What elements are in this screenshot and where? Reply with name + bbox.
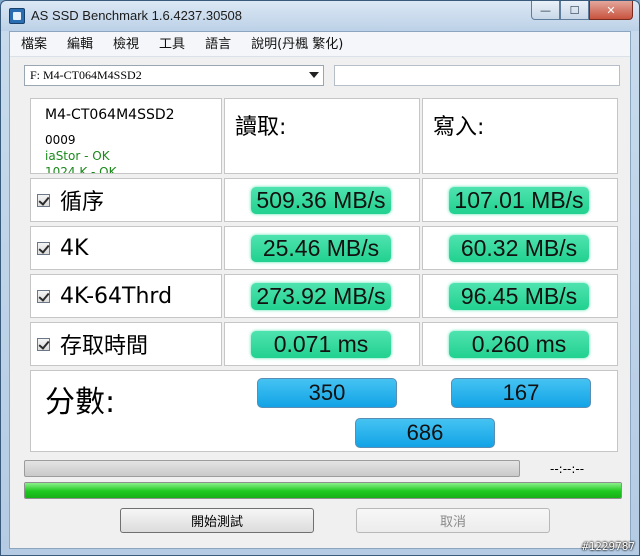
result-write-4k: 60.32 MB/s bbox=[449, 235, 589, 262]
result-write-seq: 107.01 MB/s bbox=[449, 187, 589, 214]
drive-firmware: 0009 bbox=[45, 133, 76, 147]
read-header-cell: 讀取: bbox=[224, 98, 420, 174]
minimize-icon: — bbox=[540, 3, 551, 17]
menu-language[interactable]: 語言 bbox=[194, 32, 240, 57]
app-icon bbox=[9, 8, 25, 24]
read-cell-access: 0.071 ms bbox=[224, 322, 420, 366]
menu-file[interactable]: 檔案 bbox=[10, 32, 56, 57]
checkbox-access[interactable] bbox=[37, 337, 50, 351]
result-read-4k64: 273.92 MB/s bbox=[251, 283, 391, 310]
result-read-access: 0.071 ms bbox=[251, 331, 391, 358]
write-cell-4k64: 96.45 MB/s bbox=[422, 274, 618, 318]
menu-help[interactable]: 說明(丹楓 繁化) bbox=[240, 32, 352, 57]
read-cell-seq: 509.36 MB/s bbox=[224, 178, 420, 222]
write-cell-4k: 60.32 MB/s bbox=[422, 226, 618, 270]
close-icon: ✕ bbox=[606, 3, 616, 17]
drive-info-panel: M4-CT064M4SSD2 0009 iaStor - OK 1024 K -… bbox=[30, 98, 222, 174]
result-read-4k: 25.46 MB/s bbox=[251, 235, 391, 262]
start-button[interactable]: 開始測試 bbox=[120, 508, 314, 533]
cancel-button[interactable]: 取消 bbox=[356, 508, 550, 533]
score-total: 686 bbox=[355, 418, 495, 448]
menu-tools[interactable]: 工具 bbox=[148, 32, 194, 57]
driver-status: iaStor - OK bbox=[45, 149, 110, 163]
overall-progress-fill bbox=[25, 483, 621, 498]
menu-bar: 檔案 編輯 檢視 工具 語言 說明(丹楓 繁化) bbox=[10, 32, 630, 57]
score-write: 167 bbox=[451, 378, 591, 408]
checkbox-seq[interactable] bbox=[37, 193, 50, 207]
chevron-down-icon[interactable] bbox=[309, 72, 319, 78]
title-bar[interactable]: AS SSD Benchmark 1.6.4237.30508 — ☐ ✕ bbox=[1, 1, 639, 31]
window-controls: — ☐ ✕ bbox=[531, 1, 633, 21]
write-cell-seq: 107.01 MB/s bbox=[422, 178, 618, 222]
result-write-access: 0.260 ms bbox=[449, 331, 589, 358]
close-button[interactable]: ✕ bbox=[589, 1, 633, 20]
menu-view[interactable]: 檢視 bbox=[102, 32, 148, 57]
test-row-seq: 循序 bbox=[30, 178, 222, 222]
score-read: 350 bbox=[257, 378, 397, 408]
read-cell-4k64: 273.92 MB/s bbox=[224, 274, 420, 318]
checkbox-4k[interactable] bbox=[37, 241, 50, 255]
drive-select-value: F: M4-CT064M4SSD2 bbox=[30, 68, 142, 82]
client-area: 檔案 編輯 檢視 工具 語言 說明(丹楓 繁化) F: M4-CT064M4SS… bbox=[9, 31, 631, 549]
test-label-access: 存取時間 bbox=[60, 334, 149, 359]
maximize-button[interactable]: ☐ bbox=[560, 1, 589, 20]
test-row-4k: 4K bbox=[30, 226, 222, 270]
elapsed-time: --:--:-- bbox=[550, 462, 585, 476]
write-header-cell: 寫入: bbox=[422, 98, 618, 174]
menu-edit[interactable]: 編輯 bbox=[56, 32, 102, 57]
result-read-seq: 509.36 MB/s bbox=[251, 187, 391, 214]
write-cell-access: 0.260 ms bbox=[422, 322, 618, 366]
results-grid: M4-CT064M4SSD2 0009 iaStor - OK 1024 K -… bbox=[24, 92, 622, 464]
alignment-status: 1024 K - OK bbox=[45, 165, 117, 174]
read-header: 讀取: bbox=[235, 115, 287, 140]
test-progress-bar bbox=[24, 460, 520, 477]
app-window: AS SSD Benchmark 1.6.4237.30508 — ☐ ✕ 檔案… bbox=[0, 0, 640, 556]
score-panel: 分數: 350 167 686 bbox=[30, 370, 618, 452]
maximize-icon: ☐ bbox=[569, 3, 580, 17]
window-title: AS SSD Benchmark 1.6.4237.30508 bbox=[31, 8, 243, 23]
secondary-field[interactable] bbox=[334, 65, 620, 86]
test-row-access: 存取時間 bbox=[30, 322, 222, 366]
checkbox-4k64[interactable] bbox=[37, 289, 50, 303]
test-label-4k64: 4K-64Thrd bbox=[60, 283, 173, 309]
minimize-button[interactable]: — bbox=[531, 1, 560, 20]
drive-model: M4-CT064M4SSD2 bbox=[45, 107, 175, 123]
write-header: 寫入: bbox=[433, 115, 485, 140]
test-label-seq: 循序 bbox=[60, 190, 105, 215]
overall-progress-bar bbox=[24, 482, 622, 499]
watermark: #1229787 bbox=[582, 540, 635, 553]
test-row-4k64: 4K-64Thrd bbox=[30, 274, 222, 318]
read-cell-4k: 25.46 MB/s bbox=[224, 226, 420, 270]
drive-select[interactable]: F: M4-CT064M4SSD2 bbox=[24, 65, 324, 86]
result-write-4k64: 96.45 MB/s bbox=[449, 283, 589, 310]
test-label-4k: 4K bbox=[60, 235, 89, 261]
score-label: 分數: bbox=[45, 385, 116, 420]
